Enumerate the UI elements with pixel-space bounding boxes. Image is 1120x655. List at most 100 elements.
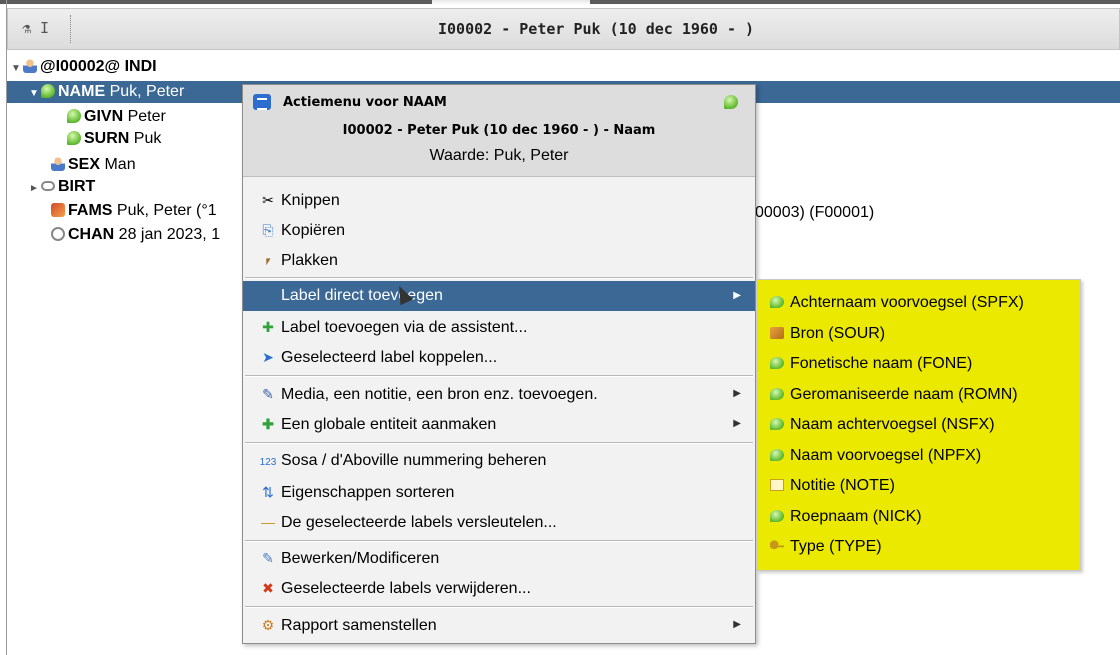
submenu-item-label: Achternaam voorvoegsel (SPFX) bbox=[790, 294, 1024, 311]
delete-icon: ✖ bbox=[262, 580, 274, 596]
green-icon bbox=[770, 387, 784, 400]
menu-item-add-label-direct[interactable]: Label direct toevoegen ▶ bbox=[243, 281, 755, 311]
context-menu-subject: I00002 - Peter Puk (10 dec 1960 - ) - Na… bbox=[342, 123, 656, 138]
context-menu-value: Waarde: Puk, Peter bbox=[429, 147, 569, 164]
collapse-arrow-icon[interactable]: ▼ bbox=[29, 83, 41, 105]
submenu-arrow-icon: ▶ bbox=[733, 388, 741, 399]
toolbar-separator bbox=[70, 15, 71, 43]
key-icon bbox=[770, 540, 784, 552]
menu-item-encrypt-labels[interactable]: — De geselecteerde labels versleutelen... bbox=[243, 507, 755, 537]
submenu-item-label: Roepnaam (NICK) bbox=[790, 507, 922, 525]
submenu-arrow-icon: ▶ bbox=[733, 418, 741, 429]
menu-item-label: Media, een notitie, een bron enz. toevoe… bbox=[281, 386, 598, 403]
green-icon bbox=[770, 448, 784, 461]
menu-item-create-global-entity[interactable]: ✚ Een globale entiteit aanmaken ▶ bbox=[243, 409, 755, 439]
submenu-item[interactable]: Naam voorvoegsel (NPFX) bbox=[758, 441, 1074, 471]
tree-node-name[interactable]: ▼ NAME Puk, Peter bbox=[29, 81, 184, 103]
green-icon bbox=[770, 296, 784, 308]
submenu-item[interactable]: Roepnaam (NICK) bbox=[758, 502, 1074, 532]
family-icon bbox=[51, 203, 65, 217]
clock-icon bbox=[51, 227, 65, 241]
name-icon bbox=[67, 131, 81, 145]
title-bar: ⚗ I I00002 - Peter Puk (10 dec 1960 - ) bbox=[7, 8, 1120, 50]
tree-node-value: Puk, Peter bbox=[109, 83, 185, 100]
tree-node-surn[interactable]: SURN Puk bbox=[67, 128, 161, 150]
expand-arrow-icon[interactable]: ► bbox=[29, 178, 41, 200]
menu-item-add-media[interactable]: ✎ Media, een notitie, een bron enz. toevo… bbox=[243, 379, 755, 409]
person-icon bbox=[51, 157, 65, 171]
tree-node-indi[interactable]: ▼ @I00002@ INDI bbox=[11, 56, 157, 78]
context-menu-header: Actiemenu voor NAAM I00002 - Peter Puk (… bbox=[243, 85, 755, 177]
menu-item-label: Bewerken/Modificeren bbox=[281, 550, 440, 567]
sort-icon: ⇅ bbox=[262, 484, 274, 500]
submenu-add-label-direct: Achternaam voorvoegsel (SPFX) Bron (SOUR)… bbox=[757, 279, 1081, 571]
person-icon bbox=[23, 59, 37, 73]
menu-item-cut[interactable]: ✂ Knippen bbox=[243, 185, 755, 215]
menu-item-label: Label toevoegen via de assistent... bbox=[281, 319, 528, 336]
menu-item-label: Label direct toevoegen bbox=[281, 287, 443, 304]
tree-node-value: Man bbox=[104, 156, 136, 173]
submenu-item[interactable]: Geromaniseerde naam (ROMN) bbox=[758, 380, 1074, 410]
submenu-item[interactable]: Type (TYPE) bbox=[758, 532, 1074, 562]
tree-node-value: Peter bbox=[127, 108, 166, 125]
menu-item-delete-labels[interactable]: ✖ Geselecteerde labels verwijderen... bbox=[243, 573, 755, 603]
menu-item-label: Geselecteerd label koppelen... bbox=[281, 349, 498, 366]
menu-item-edit[interactable]: ✎ Bewerken/Modificeren bbox=[243, 543, 755, 573]
tree-node-sex[interactable]: SEX Man bbox=[51, 154, 136, 176]
menu-item-sosa-numbering[interactable]: 123 Sosa / d'Aboville nummering beheren bbox=[243, 446, 755, 476]
submenu-arrow-icon: ▶ bbox=[733, 619, 741, 630]
menu-item-label: Kopiëren bbox=[281, 222, 346, 239]
note-icon bbox=[770, 479, 784, 491]
submenu-item[interactable]: Fonetische naam (FONE) bbox=[758, 349, 1074, 379]
tree-node-value: Puk, Peter (°1 bbox=[116, 202, 217, 219]
tree-node-fams[interactable]: FAMS Puk, Peter (°1 bbox=[51, 200, 217, 222]
tree-node-tag: @I00002@ INDI bbox=[40, 58, 157, 75]
menu-item-label: Plakken bbox=[281, 252, 338, 269]
submenu-item-label: Geromaniseerde naam (ROMN) bbox=[790, 385, 1018, 403]
tree-node-chan[interactable]: CHAN 28 jan 2023, 1 bbox=[51, 224, 220, 246]
tree-node-tag: BIRT bbox=[58, 178, 96, 195]
submenu-item-label: Type (TYPE) bbox=[790, 538, 882, 555]
name-icon bbox=[41, 84, 55, 98]
menu-icon bbox=[253, 94, 271, 110]
green-icon bbox=[770, 357, 784, 369]
paste-icon: ⎖ bbox=[262, 252, 274, 268]
submenu-item-label: Notitie (NOTE) bbox=[790, 477, 895, 494]
tree-node-tag: SURN bbox=[84, 130, 130, 147]
submenu-item[interactable]: Achternaam voorvoegsel (SPFX) bbox=[758, 288, 1074, 318]
menu-item-label: Knippen bbox=[281, 192, 340, 209]
submenu-item-label: Bron (SOUR) bbox=[790, 324, 886, 342]
numbering-icon: 123 bbox=[259, 457, 277, 468]
menu-item-link-label[interactable]: ➤ Geselecteerd label koppelen... bbox=[243, 342, 755, 372]
context-menu: Actiemenu voor NAAM I00002 - Peter Puk (… bbox=[242, 84, 756, 644]
menu-item-copy[interactable]: ⎘ Kopiëren bbox=[243, 215, 755, 245]
menu-separator bbox=[245, 277, 753, 279]
submenu-item-label: Naam voorvoegsel (NPFX) bbox=[790, 446, 982, 464]
submenu-item[interactable]: Notitie (NOTE) bbox=[758, 471, 1074, 501]
submenu-arrow-icon: ▶ bbox=[733, 290, 741, 301]
collapse-arrow-icon[interactable]: ▼ bbox=[11, 58, 23, 80]
tree-node-value: Puk bbox=[133, 130, 162, 147]
submenu-item-label: Naam achtervoegsel (NSFX) bbox=[790, 416, 995, 433]
plus-icon: ✚ bbox=[262, 416, 274, 432]
tree-node-birt[interactable]: ► BIRT bbox=[29, 176, 95, 198]
submenu-item[interactable]: Bron (SOUR) bbox=[758, 319, 1074, 349]
green-icon bbox=[770, 509, 784, 522]
edit-icon: ✎ bbox=[262, 550, 274, 566]
toolbar-tools-icon[interactable]: ⚗ I bbox=[22, 19, 49, 37]
name-icon bbox=[67, 109, 81, 123]
submenu-item[interactable]: Naam achtervoegsel (NSFX) bbox=[758, 410, 1074, 440]
menu-item-sort-properties[interactable]: ⇅ Eigenschappen sorteren bbox=[243, 477, 755, 507]
menu-separator bbox=[245, 606, 753, 608]
menu-item-label: Geselecteerde labels verwijderen... bbox=[281, 580, 531, 597]
tree-node-value: 00003) (F00001) bbox=[755, 204, 875, 221]
event-icon bbox=[41, 181, 55, 191]
tree-node-fams-tail: 00003) (F00001) bbox=[755, 202, 874, 224]
menu-item-paste[interactable]: ⎖ Plakken bbox=[243, 245, 755, 275]
scissors-icon: ✂ bbox=[262, 192, 274, 208]
menu-item-label: Rapport samenstellen bbox=[281, 617, 437, 634]
menu-item-report[interactable]: ⚙ Rapport samenstellen ▶ bbox=[243, 610, 755, 640]
menu-item-add-label-wizard[interactable]: ✚ Label toevoegen via de assistent... bbox=[243, 312, 755, 342]
tree-node-givn[interactable]: GIVN Peter bbox=[67, 106, 166, 128]
submenu-item-label: Fonetische naam (FONE) bbox=[790, 355, 973, 372]
